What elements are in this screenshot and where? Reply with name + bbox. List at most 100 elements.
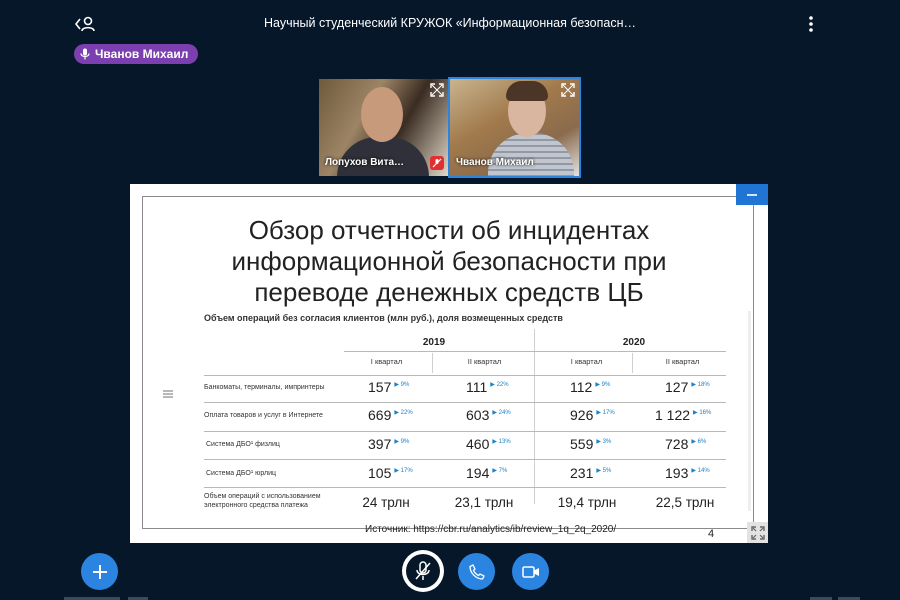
quarter-header: I квартал: [570, 357, 603, 366]
table-cell: 127 ▶ 18%: [665, 379, 710, 397]
cell-share: ▶ 14%: [691, 468, 710, 474]
cell-share: ▶ 7%: [492, 468, 508, 474]
more-vertical-icon: [809, 16, 813, 32]
table-cell: 157 ▶ 9%: [368, 379, 409, 397]
table-cell: 460 ▶ 13%: [466, 436, 511, 454]
table-cell: 193 ▶ 14%: [665, 465, 710, 483]
menu-handle-icon[interactable]: [163, 389, 173, 399]
options-menu-button[interactable]: [800, 13, 822, 35]
total-value: 24 трлн: [362, 495, 410, 510]
row-label: Банкоматы, терминалы, импринтеры: [204, 384, 325, 391]
cell-value: 728: [665, 436, 689, 452]
video-tile[interactable]: Лопухов Вита…: [319, 79, 448, 176]
fullscreen-icon: [750, 525, 765, 540]
current-talker-indicator[interactable]: Чванов Михаил: [74, 44, 199, 64]
fullscreen-button[interactable]: [747, 522, 768, 543]
top-bar: Научный студенческий КРУЖОК «Информацион…: [0, 0, 900, 46]
cell-share: ▶ 6%: [691, 439, 707, 445]
incident-table: 2019 2020 I квартал II квартал I квартал…: [204, 327, 744, 517]
year-header: 2019: [422, 337, 446, 348]
slide-title: Обзор отчетности об инцидентах информаци…: [143, 215, 755, 308]
table-cell: 397 ▶ 9%: [368, 436, 409, 454]
quarter-header: II квартал: [665, 357, 700, 366]
slide-scroll-track: [748, 311, 751, 511]
cell-share: ▶ 16%: [693, 410, 712, 416]
cell-share: ▶ 17%: [596, 410, 615, 416]
taskbar-strip: [0, 596, 900, 600]
video-participant-face: [361, 87, 403, 142]
total-row-label-line: электронного средства платежа: [204, 502, 308, 509]
video-button[interactable]: [512, 553, 549, 590]
table-divider: [632, 353, 633, 373]
year-header: 2020: [622, 337, 646, 348]
cell-share-text: 14%: [697, 468, 710, 474]
table-cell: 669 ▶ 22%: [368, 407, 413, 425]
actions-button[interactable]: [81, 553, 118, 590]
cell-share: ▶ 9%: [595, 382, 611, 388]
video-participant-name: Лопухов Вита…: [325, 157, 405, 168]
cell-share: ▶ 24%: [492, 410, 511, 416]
minimize-presentation-button[interactable]: [736, 184, 768, 205]
cell-share: ▶ 3%: [596, 439, 612, 445]
cell-share-text: 17%: [400, 468, 413, 474]
table-cell: 1 122 ▶ 16%: [655, 407, 711, 425]
mute-button[interactable]: [402, 550, 444, 592]
quarter-header: I квартал: [370, 357, 403, 366]
total-value: 22,5 трлн: [655, 495, 715, 510]
expand-icon[interactable]: [561, 83, 575, 97]
video-tile[interactable]: Чванов Михаил: [448, 77, 581, 178]
total-row-label: Объем операций с использованием электрон…: [204, 492, 321, 510]
camera-icon: [521, 565, 539, 578]
cell-share-text: 16%: [699, 410, 712, 416]
cell-value: 105: [368, 465, 392, 481]
cell-value: 112: [570, 379, 593, 395]
table-cell: 105 ▶ 17%: [368, 465, 413, 483]
cell-share: ▶ 22%: [394, 410, 413, 416]
total-value: 23,1 трлн: [454, 495, 514, 510]
users-toggle-button[interactable]: [74, 14, 96, 34]
cell-share-text: 9%: [601, 382, 611, 388]
table-divider: [534, 329, 535, 504]
row-label: Система ДБО¹ физлиц: [206, 441, 280, 448]
cell-share-text: 13%: [498, 439, 511, 445]
presentation-area: Обзор отчетности об инцидентах информаци…: [130, 184, 768, 543]
cell-value: 157: [368, 379, 392, 395]
table-cell: 728 ▶ 6%: [665, 436, 706, 454]
table-cell: 559 ▶ 3%: [570, 436, 611, 454]
slide-title-line: информационной безопасности при: [231, 246, 667, 276]
cell-share-text: 18%: [697, 382, 710, 388]
mute-button-inner: [406, 554, 440, 588]
cell-value: 460: [466, 436, 490, 452]
cell-share-text: 22%: [400, 410, 413, 416]
cell-share-text: 3%: [602, 439, 612, 445]
cell-share-text: 17%: [602, 410, 615, 416]
table-divider: [204, 375, 726, 376]
current-talker-name: Чванов Михаил: [95, 47, 189, 61]
table-cell: 194 ▶ 7%: [466, 465, 507, 483]
slide-title-line: переводе денежных средств ЦБ: [254, 277, 644, 307]
table-caption: Объем операций без согласия клиентов (мл…: [204, 313, 563, 323]
cell-share: ▶ 18%: [691, 382, 710, 388]
cell-value: 926: [570, 407, 594, 423]
users-icon: [74, 16, 95, 32]
cell-share-text: 9%: [400, 439, 410, 445]
cell-share: ▶ 17%: [394, 468, 413, 474]
cell-share: ▶ 5%: [596, 468, 612, 474]
cell-share: ▶ 9%: [394, 382, 410, 388]
mic-icon: [80, 48, 90, 60]
action-bar: [0, 545, 900, 600]
slide-source: Источник: https://cbr.ru/analytics/ib/re…: [365, 524, 617, 535]
cell-share-text: 6%: [697, 439, 707, 445]
audio-button[interactable]: [458, 553, 495, 590]
cell-share-text: 22%: [496, 382, 509, 388]
cell-share: ▶ 13%: [492, 439, 511, 445]
cell-value: 603: [466, 407, 490, 423]
table-cell: 926 ▶ 17%: [570, 407, 615, 425]
meeting-title: Научный студенческий КРУЖОК «Информацион…: [264, 16, 636, 30]
table-cell: 112 ▶ 9%: [570, 379, 610, 397]
table-cell: 603 ▶ 24%: [466, 407, 511, 425]
expand-icon[interactable]: [430, 83, 444, 97]
video-participant-image: [488, 133, 574, 176]
row-label: Система ДБО¹ юрлиц: [206, 470, 277, 477]
cell-value: 1 122: [655, 407, 691, 423]
